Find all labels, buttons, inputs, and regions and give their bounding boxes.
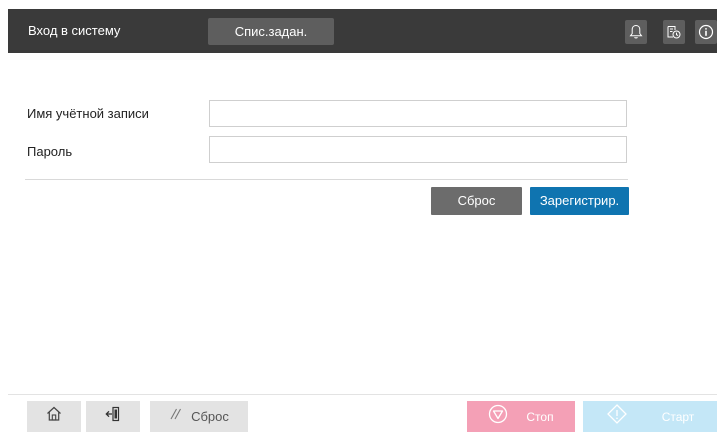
login-screen: Вход в систему Спис.задан. Имя учётной з…	[8, 0, 717, 432]
stop-icon	[488, 404, 508, 429]
home-icon	[45, 405, 63, 428]
start-button[interactable]: Старт	[583, 401, 717, 432]
bell-icon[interactable]	[625, 20, 647, 44]
job-list-tab[interactable]: Спис.задан.	[208, 18, 334, 45]
info-icon[interactable]	[695, 20, 717, 44]
screen-title: Вход в систему	[28, 23, 121, 38]
header-bar: Вход в систему Спис.задан.	[8, 9, 717, 53]
form-divider	[25, 179, 628, 180]
register-button[interactable]: Зарегистрир.	[530, 187, 629, 215]
account-name-input[interactable]	[209, 100, 627, 127]
reset-icon	[169, 407, 183, 426]
reset-button[interactable]: Сброс	[431, 187, 522, 215]
footer-reset-button[interactable]: Сброс	[150, 401, 248, 432]
job-status-icon[interactable]	[663, 20, 685, 44]
footer-divider	[8, 394, 717, 395]
home-button[interactable]	[27, 401, 81, 432]
start-label: Старт	[661, 409, 695, 424]
password-input[interactable]	[209, 136, 627, 163]
logout-button[interactable]	[86, 401, 140, 432]
logout-icon	[104, 405, 122, 428]
password-label: Пароль	[27, 144, 73, 159]
stop-button[interactable]: Стоп	[467, 401, 575, 432]
start-icon	[606, 403, 628, 430]
account-name-label: Имя учётной записи	[27, 106, 149, 121]
stop-label: Стоп	[526, 409, 554, 424]
footer-reset-label: Сброс	[191, 409, 229, 424]
